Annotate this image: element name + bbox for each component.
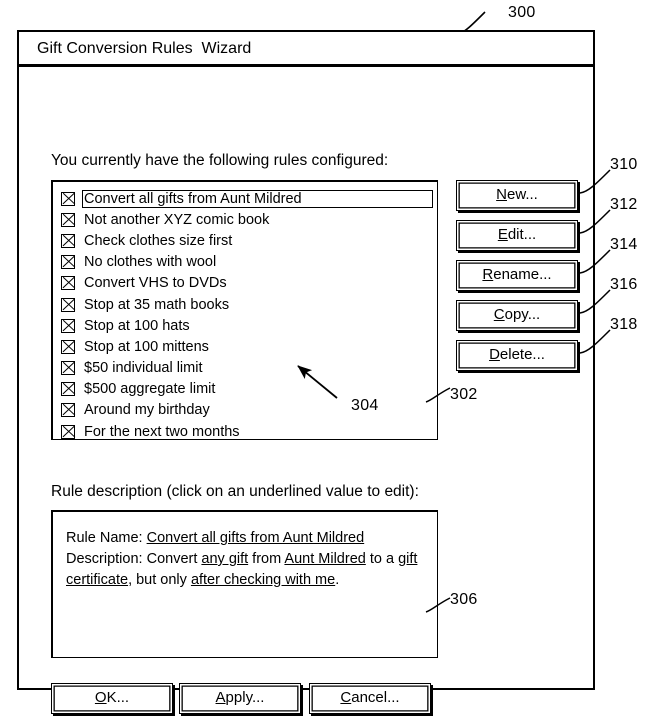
copy-button[interactable]: Copy... bbox=[456, 300, 578, 331]
new-button-mnemonic: N bbox=[496, 186, 507, 203]
copy-button-mnemonic: C bbox=[493, 306, 505, 323]
rule-item-label: Stop at 35 math books bbox=[84, 296, 230, 313]
ref-label-306: 306 bbox=[450, 591, 478, 608]
checkbox-checked-icon[interactable] bbox=[61, 276, 75, 291]
rule-item-label: Convert VHS to DVDs bbox=[84, 275, 227, 292]
ref-label-304: 304 bbox=[351, 397, 379, 414]
desc-link-any-gift[interactable]: any gift bbox=[201, 551, 248, 567]
rules-list-label: You currently have the following rules c… bbox=[51, 152, 389, 169]
pointer-arrow-304 bbox=[297, 365, 338, 399]
rule-list-item[interactable]: Stop at 100 hats bbox=[61, 315, 433, 336]
new-button[interactable]: New... bbox=[456, 180, 578, 211]
wizard-window: Gift Conversion Rules Wizard You current… bbox=[17, 30, 595, 714]
delete-button[interactable]: Delete... bbox=[456, 340, 578, 371]
cancel-button[interactable]: Cancel... bbox=[309, 683, 431, 714]
figure-canvas: 300 Gift Conversion Rules Wizard You cur… bbox=[0, 0, 645, 716]
rename-button[interactable]: Rename... bbox=[456, 260, 578, 291]
rule-item-label: For the next two months bbox=[84, 423, 240, 440]
desc-text-5: . bbox=[335, 572, 340, 588]
edit-button-label: dit... bbox=[507, 226, 537, 243]
rename-button-mnemonic: R bbox=[482, 266, 494, 283]
rule-item-label: Not another XYZ comic book bbox=[84, 211, 270, 228]
window-client-area: You currently have the following rules c… bbox=[19, 70, 593, 714]
desc-text-1: Convert bbox=[146, 551, 202, 567]
ok-button[interactable]: OK... bbox=[51, 683, 173, 714]
rule-list-item[interactable]: For the next two months bbox=[61, 421, 433, 442]
rule-list-item[interactable]: No clothes with wool bbox=[61, 252, 433, 273]
window-titlebar: Gift Conversion Rules Wizard bbox=[19, 32, 593, 67]
rule-list-item[interactable]: Convert all gifts from Aunt Mildred bbox=[61, 188, 433, 209]
rule-list-item[interactable]: Stop at 35 math books bbox=[61, 294, 433, 315]
ref-label-314: 314 bbox=[610, 236, 638, 253]
rule-list-item[interactable]: Check clothes size first bbox=[61, 230, 433, 251]
rule-list-item[interactable]: Not another XYZ comic book bbox=[61, 209, 433, 230]
ref-label-318: 318 bbox=[610, 316, 638, 333]
rule-list-item[interactable]: Convert VHS to DVDs bbox=[61, 273, 433, 294]
desc-text-3: to a bbox=[365, 551, 399, 567]
edit-button-mnemonic: E bbox=[497, 226, 508, 243]
description-label: Description: bbox=[66, 551, 147, 567]
ok-button-mnemonic: O bbox=[94, 689, 107, 706]
checkbox-checked-icon[interactable] bbox=[61, 339, 75, 354]
rule-description-box[interactable]: Rule Name: Convert all gifts from Aunt M… bbox=[51, 510, 438, 658]
apply-button-label: pply... bbox=[225, 689, 265, 706]
ref-label-300: 300 bbox=[508, 4, 536, 21]
checkbox-checked-icon[interactable] bbox=[61, 382, 75, 397]
delete-button-label: elete... bbox=[499, 346, 545, 363]
rule-item-label: $500 aggregate limit bbox=[84, 381, 216, 398]
checkbox-checked-icon[interactable] bbox=[61, 318, 75, 333]
checkbox-checked-icon[interactable] bbox=[61, 191, 75, 206]
checkbox-checked-icon[interactable] bbox=[61, 361, 75, 376]
rename-button-label: ename... bbox=[493, 266, 552, 283]
ok-button-label: K... bbox=[106, 689, 130, 706]
rule-item-label: No clothes with wool bbox=[84, 254, 217, 271]
ref-label-302: 302 bbox=[450, 386, 478, 403]
rule-item-label: Stop at 100 mittens bbox=[84, 338, 209, 355]
cancel-button-mnemonic: C bbox=[340, 689, 352, 706]
desc-link-aunt-mildred[interactable]: Aunt Mildred bbox=[284, 551, 365, 567]
rule-description-label: Rule description (click on an underlined… bbox=[51, 483, 419, 500]
checkbox-checked-icon[interactable] bbox=[61, 424, 75, 439]
rule-name-label: Rule Name: bbox=[66, 530, 147, 546]
rule-item-label: Stop at 100 hats bbox=[84, 317, 190, 334]
rule-item-label: Convert all gifts from Aunt Mildred bbox=[82, 189, 433, 208]
checkbox-checked-icon[interactable] bbox=[61, 297, 75, 312]
checkbox-checked-icon[interactable] bbox=[61, 255, 75, 270]
rule-item-label: Around my birthday bbox=[84, 402, 210, 419]
window-title: Gift Conversion Rules Wizard bbox=[37, 40, 252, 57]
ref-label-310: 310 bbox=[610, 156, 638, 173]
rule-description-text: Rule Name: Convert all gifts from Aunt M… bbox=[66, 528, 423, 591]
edit-button[interactable]: Edit... bbox=[456, 220, 578, 251]
desc-text-2: from bbox=[248, 551, 285, 567]
checkbox-checked-icon[interactable] bbox=[61, 212, 75, 227]
apply-button-mnemonic: A bbox=[215, 689, 226, 706]
rule-list-item[interactable]: $50 individual limit bbox=[61, 358, 433, 379]
rule-item-label: $50 individual limit bbox=[84, 360, 203, 377]
rule-list-item[interactable]: Stop at 100 mittens bbox=[61, 336, 433, 357]
desc-text-4: , but only bbox=[128, 572, 191, 588]
cancel-button-label: ancel... bbox=[351, 689, 400, 706]
ref-label-316: 316 bbox=[610, 276, 638, 293]
new-button-label: ew... bbox=[506, 186, 538, 203]
delete-button-mnemonic: D bbox=[489, 346, 500, 363]
copy-button-label: opy... bbox=[504, 306, 541, 323]
rule-name-line: Rule Name: Convert all gifts from Aunt M… bbox=[66, 528, 423, 549]
rule-description-line: Description: Convert any gift from Aunt … bbox=[66, 549, 423, 591]
rules-listbox[interactable]: Convert all gifts from Aunt Mildred Not a… bbox=[51, 180, 438, 440]
rule-name-value-link[interactable]: Convert all gifts from Aunt Mildred bbox=[147, 530, 365, 546]
desc-link-after-checking[interactable]: after checking with me bbox=[191, 572, 335, 588]
rule-item-label: Check clothes size first bbox=[84, 232, 233, 249]
apply-button[interactable]: Apply... bbox=[179, 683, 301, 714]
ref-label-312: 312 bbox=[610, 196, 638, 213]
checkbox-checked-icon[interactable] bbox=[61, 233, 75, 248]
checkbox-checked-icon[interactable] bbox=[61, 403, 75, 418]
